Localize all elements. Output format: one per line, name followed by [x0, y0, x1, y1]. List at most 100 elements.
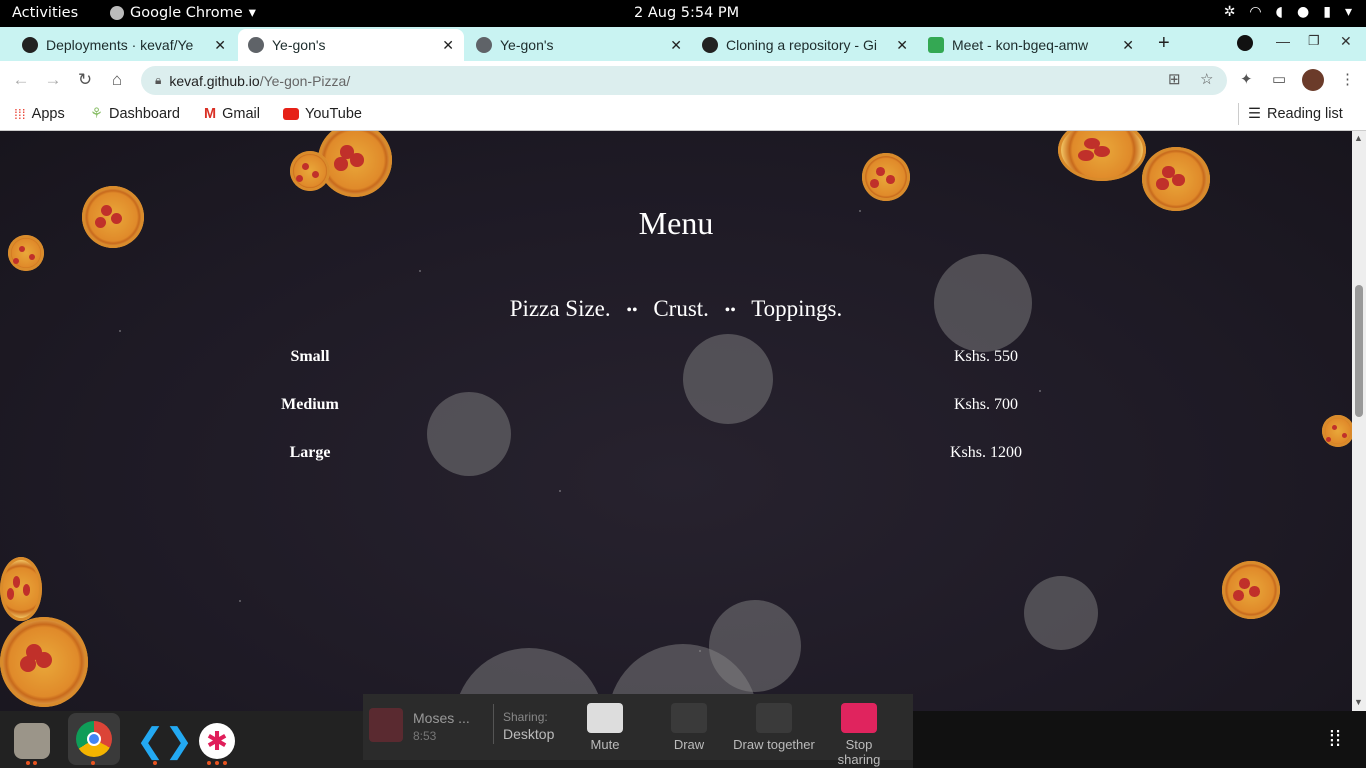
app-menu[interactable]: Google Chrome ▾ [110, 5, 256, 21]
volume-icon[interactable]: ◖ [1276, 4, 1283, 20]
show-applications-icon[interactable]: ⁞⁞ [1322, 726, 1348, 752]
screen-share-toolbar: Moses ... 8:53 Sharing: Desktop Mute Dra… [363, 694, 913, 767]
wifi-icon[interactable]: ◠ [1249, 4, 1261, 20]
url-path: /Ye-gon-Pizza/ [259, 72, 351, 89]
power-menu-icon[interactable]: ▾ [1345, 4, 1352, 20]
battery-icon[interactable]: ▮ [1323, 4, 1331, 20]
bookmark-youtube[interactable]: YouTube [283, 106, 362, 122]
bookmark-star-icon[interactable]: ☆ [1200, 70, 1213, 88]
bookmarks-bar: ⁞⁞⁞ Apps ⚘ Dashboard M Gmail YouTube ☰ R… [0, 99, 1366, 131]
pizza-decor [0, 557, 42, 621]
mute-label: Mute [590, 737, 620, 752]
size-large: Large [289, 444, 331, 461]
scroll-thumb[interactable] [1355, 285, 1363, 417]
price-medium: Kshs. 700 [953, 396, 1018, 413]
more-menu-icon[interactable]: ⋮ [1340, 70, 1355, 88]
browser-chrome: Deployments · kevaf/Ye ✕ Ye-gon's ✕ Ye-g… [0, 27, 1366, 131]
decor-bubble [1024, 576, 1098, 650]
system-tray[interactable]: ✲ ◠ ◖ ● ▮ ▾ [1224, 4, 1352, 20]
bookmarks-divider [1238, 103, 1239, 125]
app-name: Google Chrome [130, 5, 243, 21]
chrome-logo-center [87, 732, 101, 746]
separator: •• [724, 301, 736, 319]
separator: •• [626, 301, 638, 319]
tab-deployments[interactable]: Deployments · kevaf/Ye ✕ [12, 29, 236, 61]
activities-button[interactable]: Activities [12, 5, 78, 21]
tab-ye-gons-active[interactable]: Ye-gon's ✕ [238, 29, 464, 61]
mic-icon[interactable]: ● [1297, 4, 1309, 20]
option-toppings: Toppings. [751, 296, 843, 321]
forward-icon[interactable]: → [42, 69, 64, 91]
running-indicator [26, 761, 30, 765]
bookmark-dashboard[interactable]: ⚘ Dashboard [90, 106, 180, 122]
caret-down-icon: ▾ [248, 5, 256, 21]
plant-icon: ⚘ [90, 106, 103, 122]
reload-icon[interactable]: ↻ [74, 69, 96, 91]
pizza-decor [1322, 415, 1352, 447]
page-scrollbar[interactable]: ▲ ▼ [1352, 131, 1366, 711]
presenter-avatar [369, 708, 403, 742]
close-icon[interactable]: ✕ [214, 37, 226, 54]
tab-title: Cloning a repository - Gi [726, 37, 877, 53]
github-icon [702, 37, 718, 53]
decor-bubble [427, 392, 511, 476]
profile-avatar[interactable] [1302, 69, 1324, 91]
tab-ye-gons[interactable]: Ye-gon's ✕ [466, 29, 692, 61]
option-crust: Crust. [653, 296, 709, 321]
scroll-up-icon[interactable]: ▲ [1354, 133, 1363, 143]
running-indicator [223, 761, 227, 765]
pizza-decor [862, 153, 910, 201]
running-indicator [207, 761, 211, 765]
reading-list-icon: ☰ [1248, 106, 1261, 122]
gmail-icon: M [204, 106, 217, 122]
tab-cloning-repository[interactable]: Cloning a repository - Gi ✕ [692, 29, 918, 61]
home-icon[interactable]: ⌂ [106, 69, 128, 91]
running-indicator [215, 761, 219, 765]
toolbar: ← → ↻ ⌂ 🔒︎ kevaf.github.io/Ye-gon-Pizza/… [0, 61, 1366, 99]
bookmark-gmail[interactable]: M Gmail [204, 106, 260, 122]
close-icon[interactable]: ✕ [442, 37, 454, 54]
chrome-dock-slot[interactable] [68, 713, 120, 765]
draw-button[interactable]: Draw [669, 703, 709, 752]
back-icon[interactable]: ← [10, 69, 32, 91]
extensions-icon[interactable]: ✦ [1240, 70, 1253, 88]
size-medium: Medium [281, 396, 339, 413]
menu-title: Menu [638, 205, 714, 241]
new-tab-button[interactable]: + [1158, 32, 1170, 55]
close-icon[interactable]: ✕ [1122, 37, 1134, 54]
minimize-icon[interactable]: — [1276, 33, 1290, 49]
tab-title: Ye-gon's [272, 37, 326, 53]
files-app-icon[interactable] [14, 723, 50, 759]
draw-together-icon [756, 703, 792, 733]
scroll-down-icon[interactable]: ▼ [1354, 697, 1363, 707]
close-icon[interactable]: ✕ [670, 37, 682, 54]
slack-tray-icon[interactable]: ✲ [1224, 4, 1236, 20]
reading-list-button[interactable]: ☰ Reading list [1248, 106, 1343, 122]
option-pizza-size: Pizza Size. [509, 296, 611, 321]
clock[interactable]: 2 Aug 5:54 PM [634, 5, 739, 21]
running-indicator [33, 761, 37, 765]
youtube-icon [283, 108, 299, 120]
pizza-decor [290, 151, 330, 191]
stop-sharing-button[interactable]: Stop sharing [823, 703, 895, 767]
tab-title: Ye-gon's [500, 37, 554, 53]
address-bar[interactable]: 🔒︎ kevaf.github.io/Ye-gon-Pizza/ [141, 66, 1227, 95]
pizza-decor [0, 617, 88, 707]
close-icon[interactable]: ✕ [896, 37, 908, 54]
window-close-icon[interactable]: ✕ [1340, 33, 1352, 50]
vscode-app-icon[interactable]: ❮❯ [136, 723, 193, 759]
slack-app-icon[interactable]: ✱ [199, 723, 235, 759]
tab-search-icon[interactable] [1237, 35, 1253, 51]
globe-icon [248, 37, 264, 53]
size-small: Small [290, 348, 330, 365]
install-app-icon[interactable]: ⊞ [1168, 70, 1181, 88]
draw-together-button[interactable]: Draw together [731, 703, 817, 752]
cast-icon[interactable]: ▭ [1272, 70, 1286, 88]
lock-icon[interactable]: 🔒︎ [155, 73, 161, 88]
mute-button[interactable]: Mute [585, 703, 625, 752]
bookmark-apps[interactable]: ⁞⁞⁞ Apps [14, 106, 65, 122]
tab-meet[interactable]: Meet - kon-bgeq-amw ✕ [918, 29, 1144, 61]
decor-bubble [683, 334, 773, 424]
url-host: kevaf.github.io [169, 72, 260, 89]
restore-icon[interactable]: ❐ [1308, 33, 1320, 49]
